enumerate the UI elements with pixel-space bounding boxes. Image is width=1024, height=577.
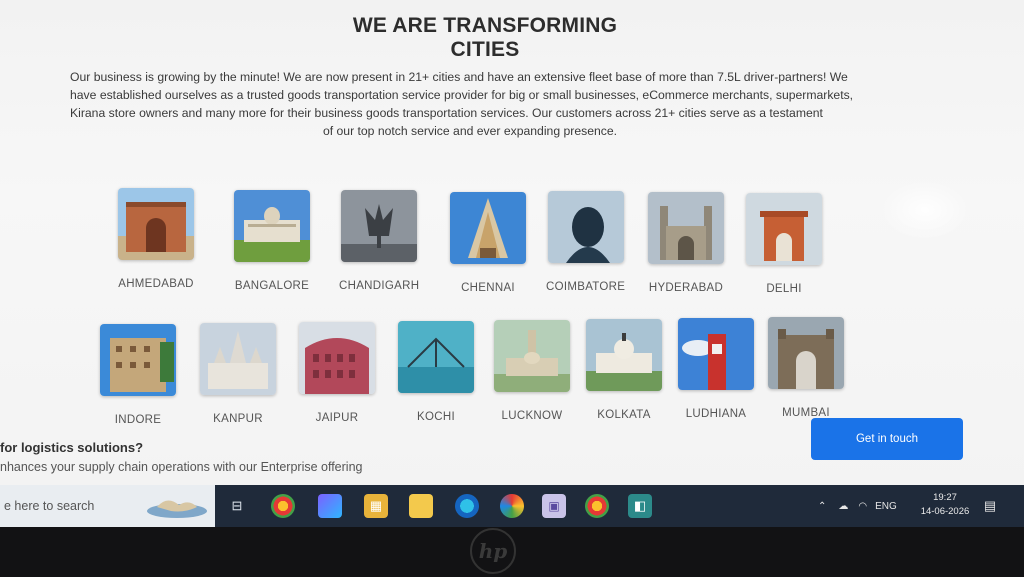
city-label: HYDERABAD bbox=[648, 282, 724, 294]
task-view-icon[interactable]: ⊟ bbox=[225, 494, 249, 518]
search-highlight-illustration-icon bbox=[147, 500, 207, 518]
chevron-up-icon[interactable]: ⌃ bbox=[818, 501, 826, 512]
browser-page: WE ARE TRANSFORMING CITIES Our business … bbox=[0, 0, 1024, 490]
city-card-kochi[interactable]: KOCHI bbox=[398, 321, 474, 423]
file-explorer-icon[interactable] bbox=[409, 494, 433, 518]
intro-line: Our business is growing by the minute! W… bbox=[70, 70, 848, 84]
city-card-delhi[interactable]: DELHI bbox=[746, 193, 822, 295]
store-icon[interactable]: ▦ bbox=[364, 494, 388, 518]
ahmedabad-landmark-icon bbox=[118, 188, 194, 260]
city-card-ludhiana[interactable]: LUDHIANA bbox=[678, 318, 754, 420]
enterprise-subtitle: nhances your supply chain operations wit… bbox=[0, 460, 363, 474]
edge-icon[interactable] bbox=[455, 494, 479, 518]
city-label: KANPUR bbox=[213, 413, 263, 425]
city-label: AHMEDABAD bbox=[118, 278, 194, 290]
kanpur-landmark-icon bbox=[200, 323, 276, 395]
city-card-mumbai[interactable]: MUMBAI bbox=[768, 317, 844, 419]
city-card-jaipur[interactable]: JAIPUR bbox=[299, 322, 375, 424]
chandigarh-landmark-icon bbox=[341, 190, 418, 262]
city-card-bangalore[interactable]: BANGALORE bbox=[234, 190, 310, 292]
photos-icon[interactable] bbox=[500, 494, 524, 518]
city-card-lucknow[interactable]: LUCKNOW bbox=[494, 320, 570, 422]
delhi-landmark-icon bbox=[746, 193, 822, 265]
search-placeholder: e here to search bbox=[4, 499, 95, 513]
coimbatore-landmark-icon bbox=[547, 191, 624, 263]
city-card-kanpur[interactable]: KANPUR bbox=[200, 323, 276, 425]
city-card-coimbatore[interactable]: COIMBATORE bbox=[546, 191, 625, 293]
city-label: COIMBATORE bbox=[546, 281, 626, 293]
city-label: BANGALORE bbox=[234, 280, 310, 292]
screen-glare bbox=[880, 180, 970, 240]
page-title: WE ARE TRANSFORMING CITIES bbox=[352, 14, 618, 61]
language-indicator[interactable]: ENG bbox=[875, 501, 897, 512]
city-label: JAIPUR bbox=[315, 412, 359, 424]
get-in-touch-button[interactable]: Get in touch bbox=[811, 418, 963, 460]
enterprise-heading: for logistics solutions? bbox=[0, 440, 144, 455]
jaipur-landmark-icon bbox=[299, 322, 375, 394]
city-card-indore[interactable]: INDORE bbox=[100, 324, 176, 426]
city-card-chennai[interactable]: CHENNAI bbox=[450, 192, 526, 294]
app-window-icon[interactable]: ◧ bbox=[628, 494, 652, 518]
city-label: LUDHIANA bbox=[685, 408, 747, 420]
clock[interactable]: 19:27 14-06-2026 bbox=[915, 491, 975, 519]
system-tray: ⌃ ☁ ◠ ENG bbox=[818, 485, 897, 527]
clock-time: 19:27 bbox=[933, 492, 957, 503]
city-card-ahmedabad[interactable]: AHMEDABAD bbox=[118, 188, 194, 290]
indore-landmark-icon bbox=[100, 324, 176, 396]
intro-line: of our top notch service and ever expand… bbox=[322, 124, 618, 138]
cloud-icon[interactable]: ☁ bbox=[838, 501, 848, 512]
city-label: KOLKATA bbox=[597, 409, 651, 421]
notification-icon[interactable]: ▤ bbox=[978, 494, 1002, 518]
hp-logo: hp bbox=[470, 528, 516, 574]
city-card-kolkata[interactable]: KOLKATA bbox=[586, 319, 662, 421]
taskbar-search-box[interactable]: e here to search bbox=[0, 485, 215, 527]
mumbai-landmark-icon bbox=[768, 317, 844, 389]
city-label: CHENNAI bbox=[461, 282, 515, 294]
ludhiana-landmark-icon bbox=[678, 318, 754, 390]
intro-line: have established ourselves as a trusted … bbox=[70, 88, 854, 102]
chennai-landmark-icon bbox=[450, 192, 526, 264]
city-label: KOCHI bbox=[417, 411, 455, 423]
intro-line: Kirana store owners and many more for th… bbox=[70, 106, 823, 120]
kolkata-landmark-icon bbox=[586, 319, 662, 391]
city-card-hyderabad[interactable]: HYDERABAD bbox=[648, 192, 724, 294]
lucknow-landmark-icon bbox=[494, 320, 570, 392]
kochi-landmark-icon bbox=[398, 321, 474, 393]
bangalore-landmark-icon bbox=[234, 190, 310, 262]
chrome-active-icon[interactable] bbox=[585, 494, 609, 518]
app-icon[interactable]: ▣ bbox=[542, 494, 566, 518]
city-card-chandigarh[interactable]: CHANDIGARH bbox=[339, 190, 419, 292]
clock-date: 14-06-2026 bbox=[920, 506, 970, 517]
copilot-icon[interactable] bbox=[318, 494, 342, 518]
taskbar: e here to search ⊟ ▦ ▣ ◧ ⌃ ☁ ◠ ENG 19:27… bbox=[0, 485, 1024, 527]
city-label: INDORE bbox=[114, 414, 162, 426]
city-label: DELHI bbox=[766, 283, 802, 295]
chrome-icon[interactable] bbox=[271, 494, 295, 518]
city-label: LUCKNOW bbox=[501, 410, 563, 422]
hyderabad-landmark-icon bbox=[648, 192, 724, 264]
wifi-icon[interactable]: ◠ bbox=[858, 501, 867, 512]
intro-paragraph: Our business is growing by the minute! W… bbox=[70, 68, 870, 140]
city-label: CHANDIGARH bbox=[339, 280, 420, 292]
